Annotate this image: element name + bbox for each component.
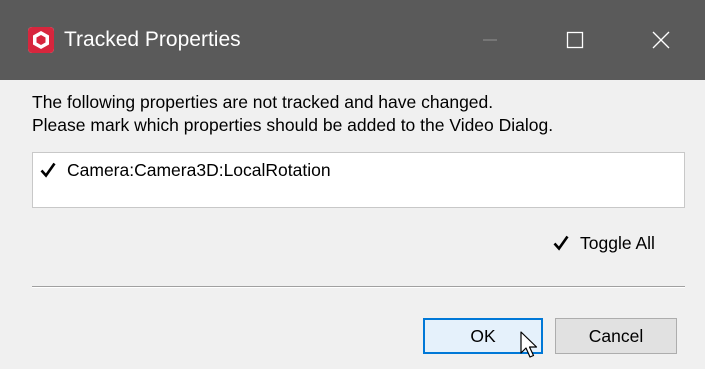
mouse-pointer-icon (520, 331, 542, 361)
window-title: Tracked Properties (64, 28, 241, 51)
property-list[interactable]: Camera:Camera3D:LocalRotation (32, 152, 685, 208)
minimize-icon (483, 39, 497, 41)
close-button[interactable] (615, 0, 705, 80)
separator (32, 286, 685, 288)
maximize-button[interactable] (530, 0, 620, 80)
dialog-content: The following properties are not tracked… (0, 80, 705, 369)
checkbox-checked-icon[interactable] (552, 234, 570, 252)
maximize-icon (566, 31, 584, 49)
title-bar[interactable]: Tracked Properties (0, 0, 705, 80)
checkbox-checked-icon[interactable] (39, 161, 57, 179)
toggle-all-label: Toggle All (580, 233, 655, 253)
app-logo-icon (28, 27, 54, 53)
close-icon (652, 31, 670, 49)
tracked-properties-dialog: Tracked Properties The following propert… (0, 0, 705, 369)
toggle-all-checkbox[interactable]: Toggle All (552, 232, 682, 254)
message-line-1: The following properties are not tracked… (32, 92, 494, 112)
cancel-button[interactable]: Cancel (555, 318, 677, 354)
property-label: Camera:Camera3D:LocalRotation (67, 160, 331, 180)
message-line-2: Please mark which properties should be a… (32, 115, 554, 135)
minimize-button[interactable] (445, 0, 535, 80)
